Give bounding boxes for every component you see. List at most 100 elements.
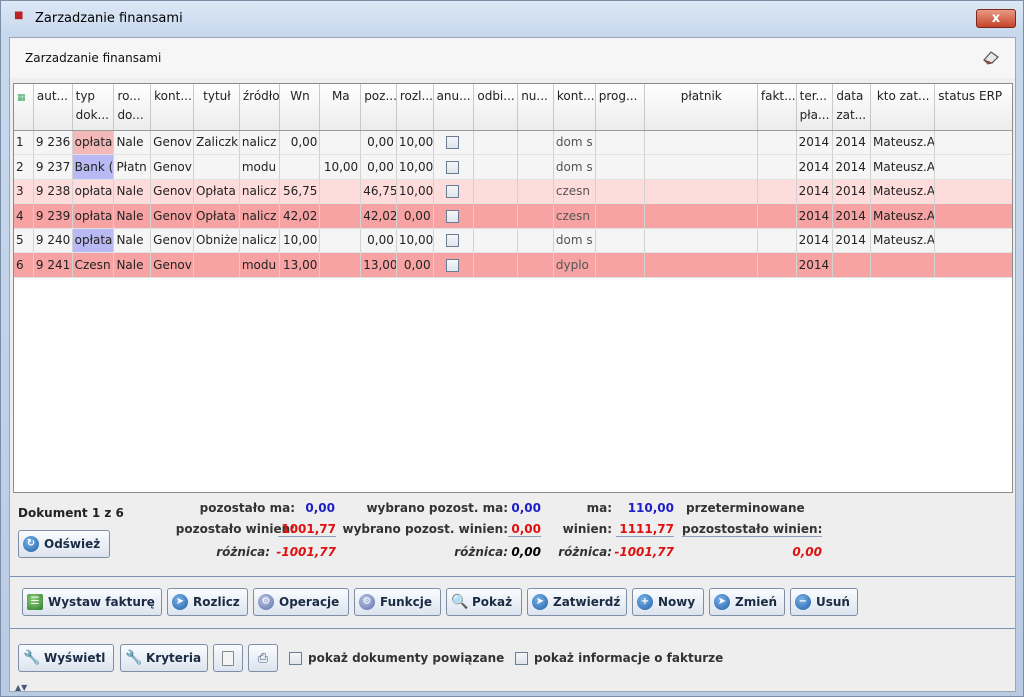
- table-cell-wn[interactable]: [279, 154, 321, 180]
- table-row[interactable]: 39 238 opłata Nale Genov Opłata nalicz 56,75 46…: [14, 179, 1012, 204]
- table-cell-status[interactable]: [934, 154, 1012, 180]
- table-cell-nu[interactable]: [517, 179, 554, 204]
- table-cell-prog[interactable]: [595, 203, 645, 229]
- table-cell-platnik[interactable]: [644, 252, 758, 278]
- table-cell-aut[interactable]: 9 239: [33, 203, 73, 229]
- table-cell-kto[interactable]: Mateusz.A: [870, 179, 936, 204]
- table-cell-n[interactable]: 6: [14, 252, 34, 278]
- table-cell-poz[interactable]: 0,00: [360, 130, 397, 155]
- column-header[interactable]: Wn: [279, 84, 321, 131]
- table-cell-kto[interactable]: [870, 252, 936, 278]
- table-cell-ter[interactable]: 2014: [796, 130, 834, 155]
- table-cell-platnik[interactable]: [644, 154, 758, 180]
- table-cell-kont[interactable]: Genov: [150, 228, 194, 253]
- table-row[interactable]: 29 237 Bank (Płatn Genov modu 10,00 0,00 10,00…: [14, 154, 1012, 180]
- table-cell-odbi[interactable]: [473, 203, 519, 229]
- show-button[interactable]: 🔍 Pokaż: [446, 588, 522, 616]
- table-cell-kto[interactable]: Mateusz.A: [870, 228, 936, 253]
- table-cell-typ[interactable]: opłata: [72, 179, 115, 204]
- table-cell-aut[interactable]: 9 238: [33, 179, 73, 204]
- table-cell-anu[interactable]: [433, 252, 475, 278]
- column-header[interactable]: ro... do...: [113, 84, 152, 131]
- table-cell-zrodlo[interactable]: modu: [239, 252, 280, 278]
- table-cell-n[interactable]: 5: [14, 228, 34, 253]
- column-header[interactable]: poz...: [360, 84, 397, 131]
- issue-invoice-button[interactable]: ☰ Wystaw fakturę: [22, 588, 162, 616]
- table-cell-fakt[interactable]: [757, 252, 797, 278]
- cancel-checkbox[interactable]: [445, 234, 459, 248]
- table-cell-fakt[interactable]: [757, 154, 797, 180]
- column-header[interactable]: anu...: [433, 84, 475, 131]
- table-cell-rozl[interactable]: 0,00: [396, 252, 434, 278]
- column-header[interactable]: źródło: [239, 84, 280, 131]
- table-cell-odbi[interactable]: [473, 130, 519, 155]
- cancel-checkbox[interactable]: [445, 209, 459, 223]
- table-cell-prog[interactable]: [595, 252, 645, 278]
- table-cell-kont[interactable]: Genov: [150, 130, 194, 155]
- column-header[interactable]: kont...: [553, 84, 596, 131]
- column-header[interactable]: tytuł: [193, 84, 240, 131]
- table-cell-tytul[interactable]: Opłata: [193, 179, 240, 204]
- table-cell-poz[interactable]: 46,75: [360, 179, 397, 204]
- display-button[interactable]: 🔧 Wyświetl: [18, 644, 114, 672]
- table-cell-poz[interactable]: 0,00: [360, 228, 397, 253]
- table-cell-kont[interactable]: Genov: [150, 252, 194, 278]
- table-cell-n[interactable]: 1: [14, 130, 34, 155]
- table-cell-odbi[interactable]: [473, 228, 519, 253]
- table-cell-tytul[interactable]: Opłata: [193, 203, 240, 229]
- table-cell-n[interactable]: 4: [14, 203, 34, 229]
- print-button[interactable]: ⎙: [248, 644, 278, 672]
- table-cell-zrodlo[interactable]: nalicz: [239, 179, 280, 204]
- delete-button[interactable]: − Usuń: [790, 588, 858, 616]
- table-cell-kto[interactable]: Mateusz.A: [870, 203, 936, 229]
- table-cell-anu[interactable]: [433, 154, 475, 180]
- table-cell-typ[interactable]: Czesn: [72, 252, 115, 278]
- table-cell-data[interactable]: 2014: [832, 203, 872, 229]
- table-cell-odbi[interactable]: [473, 252, 519, 278]
- change-button[interactable]: ➤ Zmień: [709, 588, 785, 616]
- table-cell-nu[interactable]: [517, 228, 554, 253]
- table-cell-rozl[interactable]: 10,00: [396, 228, 434, 253]
- table-cell-poz[interactable]: 13,00: [360, 252, 397, 278]
- table-cell-zrodlo[interactable]: modu: [239, 154, 280, 180]
- table-cell-kto[interactable]: Mateusz.A: [870, 154, 936, 180]
- table-cell-prog[interactable]: [595, 130, 645, 155]
- table-cell-tytul[interactable]: [193, 252, 240, 278]
- table-cell-n[interactable]: 3: [14, 179, 34, 204]
- table-cell-nu[interactable]: [517, 130, 554, 155]
- table-row[interactable]: 19 236 opłata Nale Genov Zaliczk nalicz 0,00 0,…: [14, 130, 1012, 155]
- table-cell-n[interactable]: 2: [14, 154, 34, 180]
- table-row[interactable]: 69 241 Czesn Nale Genov modu 13,00 13,00 0,00 dy…: [14, 252, 1012, 278]
- table-cell-zrodlo[interactable]: nalicz: [239, 228, 280, 253]
- table-cell-prog[interactable]: [595, 228, 645, 253]
- table-cell-tytul[interactable]: Zaliczk: [193, 130, 240, 155]
- resize-arrows-icon[interactable]: ▲▼: [15, 683, 27, 692]
- table-cell-anu[interactable]: [433, 179, 475, 204]
- table-cell-kont2[interactable]: dom s: [553, 130, 596, 155]
- table-cell-ma[interactable]: [319, 130, 362, 155]
- confirm-button[interactable]: ➤ Zatwierdź: [527, 588, 627, 616]
- close-button[interactable]: x: [976, 9, 1016, 28]
- table-cell-aut[interactable]: 9 237: [33, 154, 73, 180]
- table-cell-poz[interactable]: 42,02: [360, 203, 397, 229]
- table-cell-ma[interactable]: [319, 203, 362, 229]
- table-cell-anu[interactable]: [433, 228, 475, 253]
- table-row[interactable]: 59 240 opłata Nale Genov Obniże nalicz 10,00 0,…: [14, 228, 1012, 253]
- table-cell-kont[interactable]: Genov: [150, 179, 194, 204]
- table-cell-kont2[interactable]: czesn: [553, 179, 596, 204]
- table-cell-data[interactable]: 2014: [832, 130, 872, 155]
- table-cell-aut[interactable]: 9 240: [33, 228, 73, 253]
- table-cell-fakt[interactable]: [757, 203, 797, 229]
- table-cell-poz[interactable]: 0,00: [360, 154, 397, 180]
- table-cell-wn[interactable]: 10,00: [279, 228, 321, 253]
- table-cell-ro[interactable]: Płatn: [113, 154, 152, 180]
- table-cell-data[interactable]: 2014: [832, 179, 872, 204]
- cancel-checkbox[interactable]: [445, 258, 459, 272]
- column-header[interactable]: odbi...: [473, 84, 519, 131]
- table-cell-ro[interactable]: Nale: [113, 228, 152, 253]
- table-cell-ter[interactable]: 2014: [796, 228, 834, 253]
- table-cell-fakt[interactable]: [757, 130, 797, 155]
- table-cell-ter[interactable]: 2014: [796, 252, 834, 278]
- table-cell-typ[interactable]: opłata: [72, 130, 115, 155]
- table-cell-zrodlo[interactable]: nalicz: [239, 203, 280, 229]
